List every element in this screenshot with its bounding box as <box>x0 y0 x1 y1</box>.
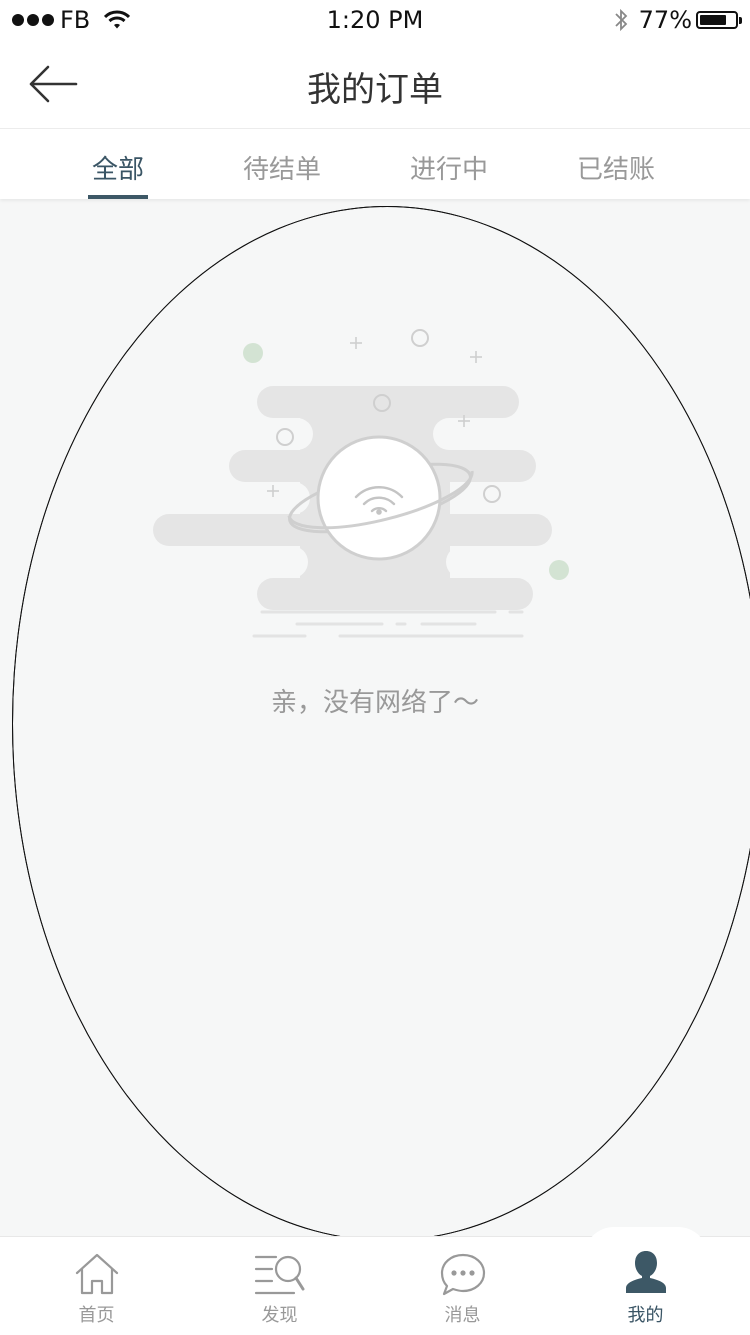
nav-bar: 我的订单 <box>0 40 750 129</box>
empty-message: 亲，没有网络了～ <box>270 688 479 718</box>
bottom-tab-bar: 首页 发现 消息 我的 <box>0 1227 750 1335</box>
message-icon <box>440 1253 485 1296</box>
tabbar-label-home: 首页 <box>78 1305 115 1326</box>
tab-pending[interactable]: 待结单 <box>202 149 362 186</box>
person-icon <box>625 1251 666 1293</box>
tabbar-label-me: 我的 <box>627 1305 664 1326</box>
home-icon <box>75 1253 118 1295</box>
bluetooth-icon <box>615 8 627 32</box>
tabbar-label-discover: 发现 <box>261 1305 298 1326</box>
tabbar-item-home[interactable]: 首页 <box>3 1237 190 1335</box>
discover-icon <box>254 1255 304 1295</box>
status-right: 77% <box>613 6 742 34</box>
no-network-planet-icon <box>150 329 580 638</box>
active-tab-indicator <box>88 195 148 199</box>
tabbar-item-me[interactable]: 我的 <box>552 1237 739 1335</box>
empty-state: 亲，没有网络了～ <box>0 200 750 1235</box>
battery-percent: 77% <box>638 6 692 34</box>
tab-in-progress[interactable]: 进行中 <box>369 149 529 186</box>
tab-settled[interactable]: 已结账 <box>536 149 696 186</box>
battery-icon <box>696 11 742 29</box>
tab-all[interactable]: 全部 <box>38 149 198 186</box>
order-status-tabs: 全部 待结单 进行中 已结账 <box>0 129 750 199</box>
tabbar-item-discover[interactable]: 发现 <box>186 1237 373 1335</box>
page-title: 我的订单 <box>307 70 443 110</box>
tabbar-item-messages[interactable]: 消息 <box>369 1237 556 1335</box>
status-bar: FB 1:20 PM 77% <box>0 0 750 1241</box>
tabbar-label-messages: 消息 <box>444 1305 481 1326</box>
